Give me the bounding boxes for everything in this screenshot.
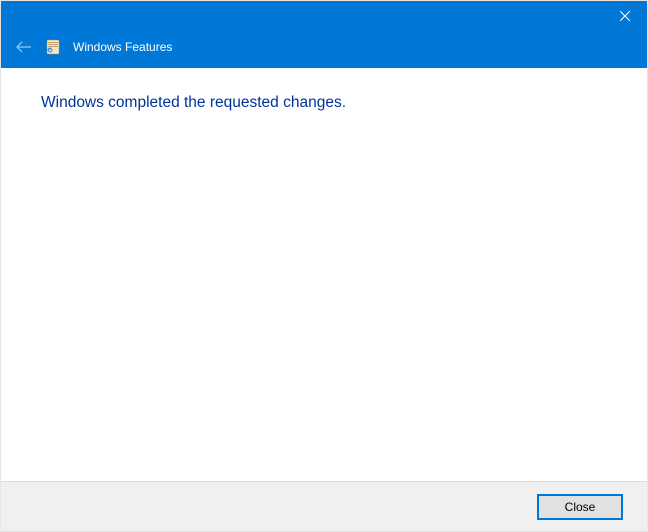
- close-icon: [620, 11, 630, 21]
- window-close-button[interactable]: [602, 1, 647, 31]
- close-button[interactable]: Close: [537, 494, 623, 520]
- titlebar: Windows Features: [1, 1, 647, 68]
- content-area: Windows completed the requested changes.: [1, 68, 647, 481]
- back-arrow-icon: [15, 40, 33, 54]
- windows-features-icon: [45, 39, 61, 55]
- back-button: [15, 40, 33, 54]
- status-message: Windows completed the requested changes.: [41, 94, 607, 112]
- window-title: Windows Features: [73, 40, 172, 54]
- header-row: Windows Features: [15, 39, 172, 55]
- footer: Close: [1, 481, 647, 531]
